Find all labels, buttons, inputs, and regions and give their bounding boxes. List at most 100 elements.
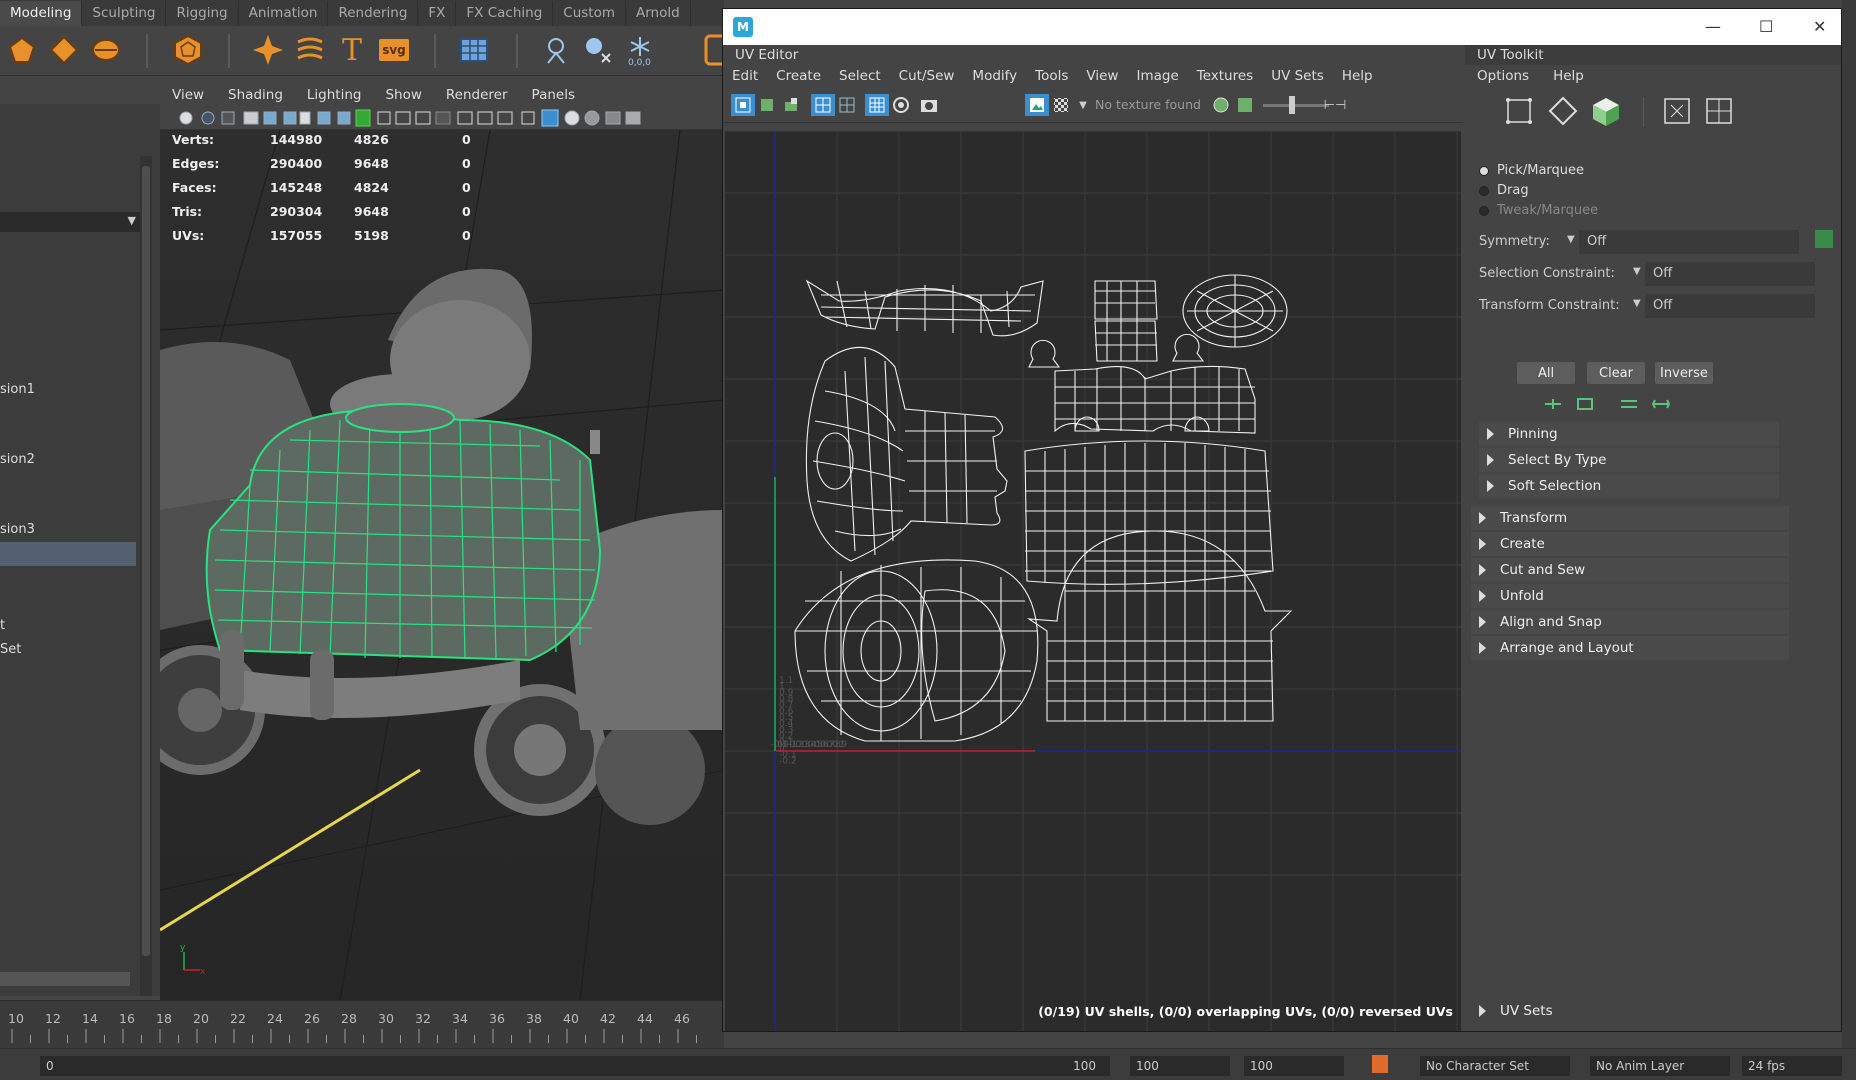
- bridge-icon[interactable]: [88, 32, 124, 68]
- uv-menu-create[interactable]: Create: [767, 65, 830, 87]
- section-pinning[interactable]: Pinning: [1479, 422, 1779, 446]
- face-mode-icon[interactable]: [1589, 95, 1623, 133]
- shelf-tab-fx[interactable]: FX: [418, 1, 457, 26]
- time-slider[interactable]: 10 12 14 16 18 20 22 24 26 28 30 32 34 36 38 40 42 44 46: [0, 1000, 724, 1048]
- toolkit-menu-help[interactable]: Help: [1541, 65, 1596, 87]
- chevron-down-icon[interactable]: ▼: [1071, 94, 1095, 116]
- shelf-tab-modeling[interactable]: Modeling: [0, 1, 83, 26]
- grow-selection-icon[interactable]: [1543, 397, 1563, 411]
- uv-menu-tools[interactable]: Tools: [1026, 65, 1077, 87]
- invert-selection-button[interactable]: Inverse: [1655, 362, 1713, 384]
- anim-layer-dropdown[interactable]: No Anim Layer: [1590, 1056, 1730, 1076]
- auto-key-icon[interactable]: [1372, 1055, 1388, 1073]
- shelf-tab-sculpting[interactable]: Sculpting: [82, 1, 167, 26]
- section-create[interactable]: Create: [1471, 532, 1789, 556]
- polygon-sphere-icon[interactable]: [170, 32, 206, 68]
- character-set-dropdown[interactable]: No Character Set: [1420, 1056, 1570, 1076]
- uv-menu-modify[interactable]: Modify: [963, 65, 1026, 87]
- uv-distortion-icon[interactable]: [835, 94, 859, 116]
- uv-menu-edit[interactable]: Edit: [723, 65, 767, 87]
- uv-shell-icon[interactable]: [731, 94, 755, 116]
- section-arrange-and-layout[interactable]: Arrange and Layout: [1471, 636, 1789, 660]
- exposure-slider[interactable]: [1263, 104, 1329, 107]
- toolkit-menu-options[interactable]: Options: [1465, 65, 1541, 87]
- section-uv-sets[interactable]: UV Sets: [1471, 999, 1789, 1023]
- viewport-menu-view[interactable]: View: [160, 84, 216, 106]
- edge-mode-icon[interactable]: [1547, 95, 1579, 131]
- maximize-icon[interactable]: ☐: [1759, 17, 1773, 36]
- text-tool-icon[interactable]: T: [334, 32, 370, 68]
- uv-move-icon[interactable]: [755, 94, 779, 116]
- outliner-filter-dropdown[interactable]: ▼: [0, 212, 140, 232]
- uv-mode-icon[interactable]: [1661, 95, 1693, 131]
- range-slider[interactable]: 0 100: [40, 1056, 1110, 1076]
- uv-menu-cut-sew[interactable]: Cut/Sew: [890, 65, 964, 87]
- viewport-menu-renderer[interactable]: Renderer: [434, 84, 520, 106]
- outliner-item[interactable]: sion2: [0, 452, 35, 467]
- outliner-item[interactable]: sion3: [0, 522, 35, 537]
- 3d-viewport[interactable]: View Shading Lighting Show Renderer Pane…: [160, 84, 724, 1000]
- image-range-icon[interactable]: [1233, 94, 1257, 116]
- shelf-tab-fx-caching[interactable]: FX Caching: [456, 1, 554, 26]
- display-image-icon[interactable]: [1025, 94, 1049, 116]
- outliner-scroll-thumb[interactable]: [142, 166, 150, 956]
- exposure-slider-handle[interactable]: [1289, 96, 1295, 114]
- select-all-button[interactable]: All: [1517, 362, 1575, 384]
- outliner-item[interactable]: t: [0, 618, 5, 633]
- pivot-icon[interactable]: [538, 32, 574, 68]
- transform-constraint-dropdown[interactable]: Off: [1645, 294, 1815, 318]
- uv-menu-view[interactable]: View: [1077, 65, 1127, 87]
- checker-pattern-icon[interactable]: [1049, 94, 1073, 116]
- range-start-field[interactable]: 100: [1130, 1056, 1230, 1076]
- viewport-menu-lighting[interactable]: Lighting: [295, 84, 374, 106]
- window-titlebar[interactable]: M — ☐ ✕: [723, 9, 1841, 45]
- uv-menu-image[interactable]: Image: [1127, 65, 1187, 87]
- viewport-menu-show[interactable]: Show: [373, 84, 433, 106]
- selection-constraint-dropdown[interactable]: Off: [1645, 262, 1815, 286]
- shelf-tab-arnold[interactable]: Arnold: [626, 1, 691, 26]
- section-transform[interactable]: Transform: [1471, 506, 1789, 530]
- shrink-selection-icon[interactable]: [1575, 397, 1595, 411]
- mode-drag[interactable]: Drag: [1479, 183, 1529, 198]
- uv-checker-icon[interactable]: [865, 94, 889, 116]
- curve-tool-icon[interactable]: [292, 32, 328, 68]
- sparkle-icon[interactable]: [250, 32, 286, 68]
- uv-dim-image-icon[interactable]: [889, 94, 913, 116]
- select-shell-border-icon[interactable]: [1651, 397, 1671, 411]
- texture-globe-icon[interactable]: [1209, 94, 1233, 116]
- fps-dropdown[interactable]: 24 fps: [1742, 1056, 1842, 1076]
- section-unfold[interactable]: Unfold: [1471, 584, 1789, 608]
- freeze-transform-icon[interactable]: 0,0,0: [622, 32, 658, 68]
- close-icon[interactable]: ✕: [1813, 17, 1826, 36]
- uv-menu-select[interactable]: Select: [830, 65, 890, 87]
- outliner-item[interactable]: sion1: [0, 382, 35, 397]
- mode-tweak-marquee[interactable]: Tweak/Marquee: [1479, 203, 1598, 218]
- grid-panel-icon[interactable]: [456, 32, 492, 68]
- select-border-icon[interactable]: [1619, 397, 1639, 411]
- clear-selection-button[interactable]: Clear: [1587, 362, 1645, 384]
- viewport-scene[interactable]: y x Verts: 144980 4826 0 Edges: 290400 9…: [160, 129, 724, 1000]
- extrude-icon[interactable]: [46, 32, 82, 68]
- symmetry-dropdown[interactable]: Off: [1579, 230, 1799, 254]
- vertex-mode-icon[interactable]: [1503, 95, 1535, 131]
- section-soft-selection[interactable]: Soft Selection: [1479, 474, 1779, 498]
- bevel-icon[interactable]: [4, 32, 40, 68]
- shelf-tab-custom[interactable]: Custom: [553, 1, 626, 26]
- range-end-field[interactable]: 100: [1244, 1056, 1344, 1076]
- outliner-hscrollbar[interactable]: [0, 972, 130, 986]
- outliner-item[interactable]: Set: [0, 642, 21, 657]
- section-select-by-type[interactable]: Select By Type: [1479, 448, 1779, 472]
- viewport-menu-panels[interactable]: Panels: [520, 84, 587, 106]
- uv-editor-canvas[interactable]: 1.1 1 0.9 0.8 0.7 0.6 0.5 0.4 0.3 0.2 0.1 0 -0.1 -0.2…: [725, 131, 1461, 1031]
- shelf-tab-rigging[interactable]: Rigging: [166, 1, 239, 26]
- uv-scale-icon[interactable]: [779, 94, 803, 116]
- section-align-and-snap[interactable]: Align and Snap: [1471, 610, 1789, 634]
- mode-pick-marquee[interactable]: Pick/Marquee: [1479, 163, 1584, 178]
- symmetry-axis-icon[interactable]: [1815, 230, 1833, 248]
- expand-toolbar-icon[interactable]: ⊢⊣: [1323, 94, 1347, 116]
- shelf-tab-animation[interactable]: Animation: [239, 1, 329, 26]
- svg-tool-icon[interactable]: svg: [376, 32, 412, 68]
- uv-menu-textures[interactable]: Textures: [1188, 65, 1262, 87]
- viewport-menu-shading[interactable]: Shading: [216, 84, 295, 106]
- shelf-tab-rendering[interactable]: Rendering: [328, 1, 419, 26]
